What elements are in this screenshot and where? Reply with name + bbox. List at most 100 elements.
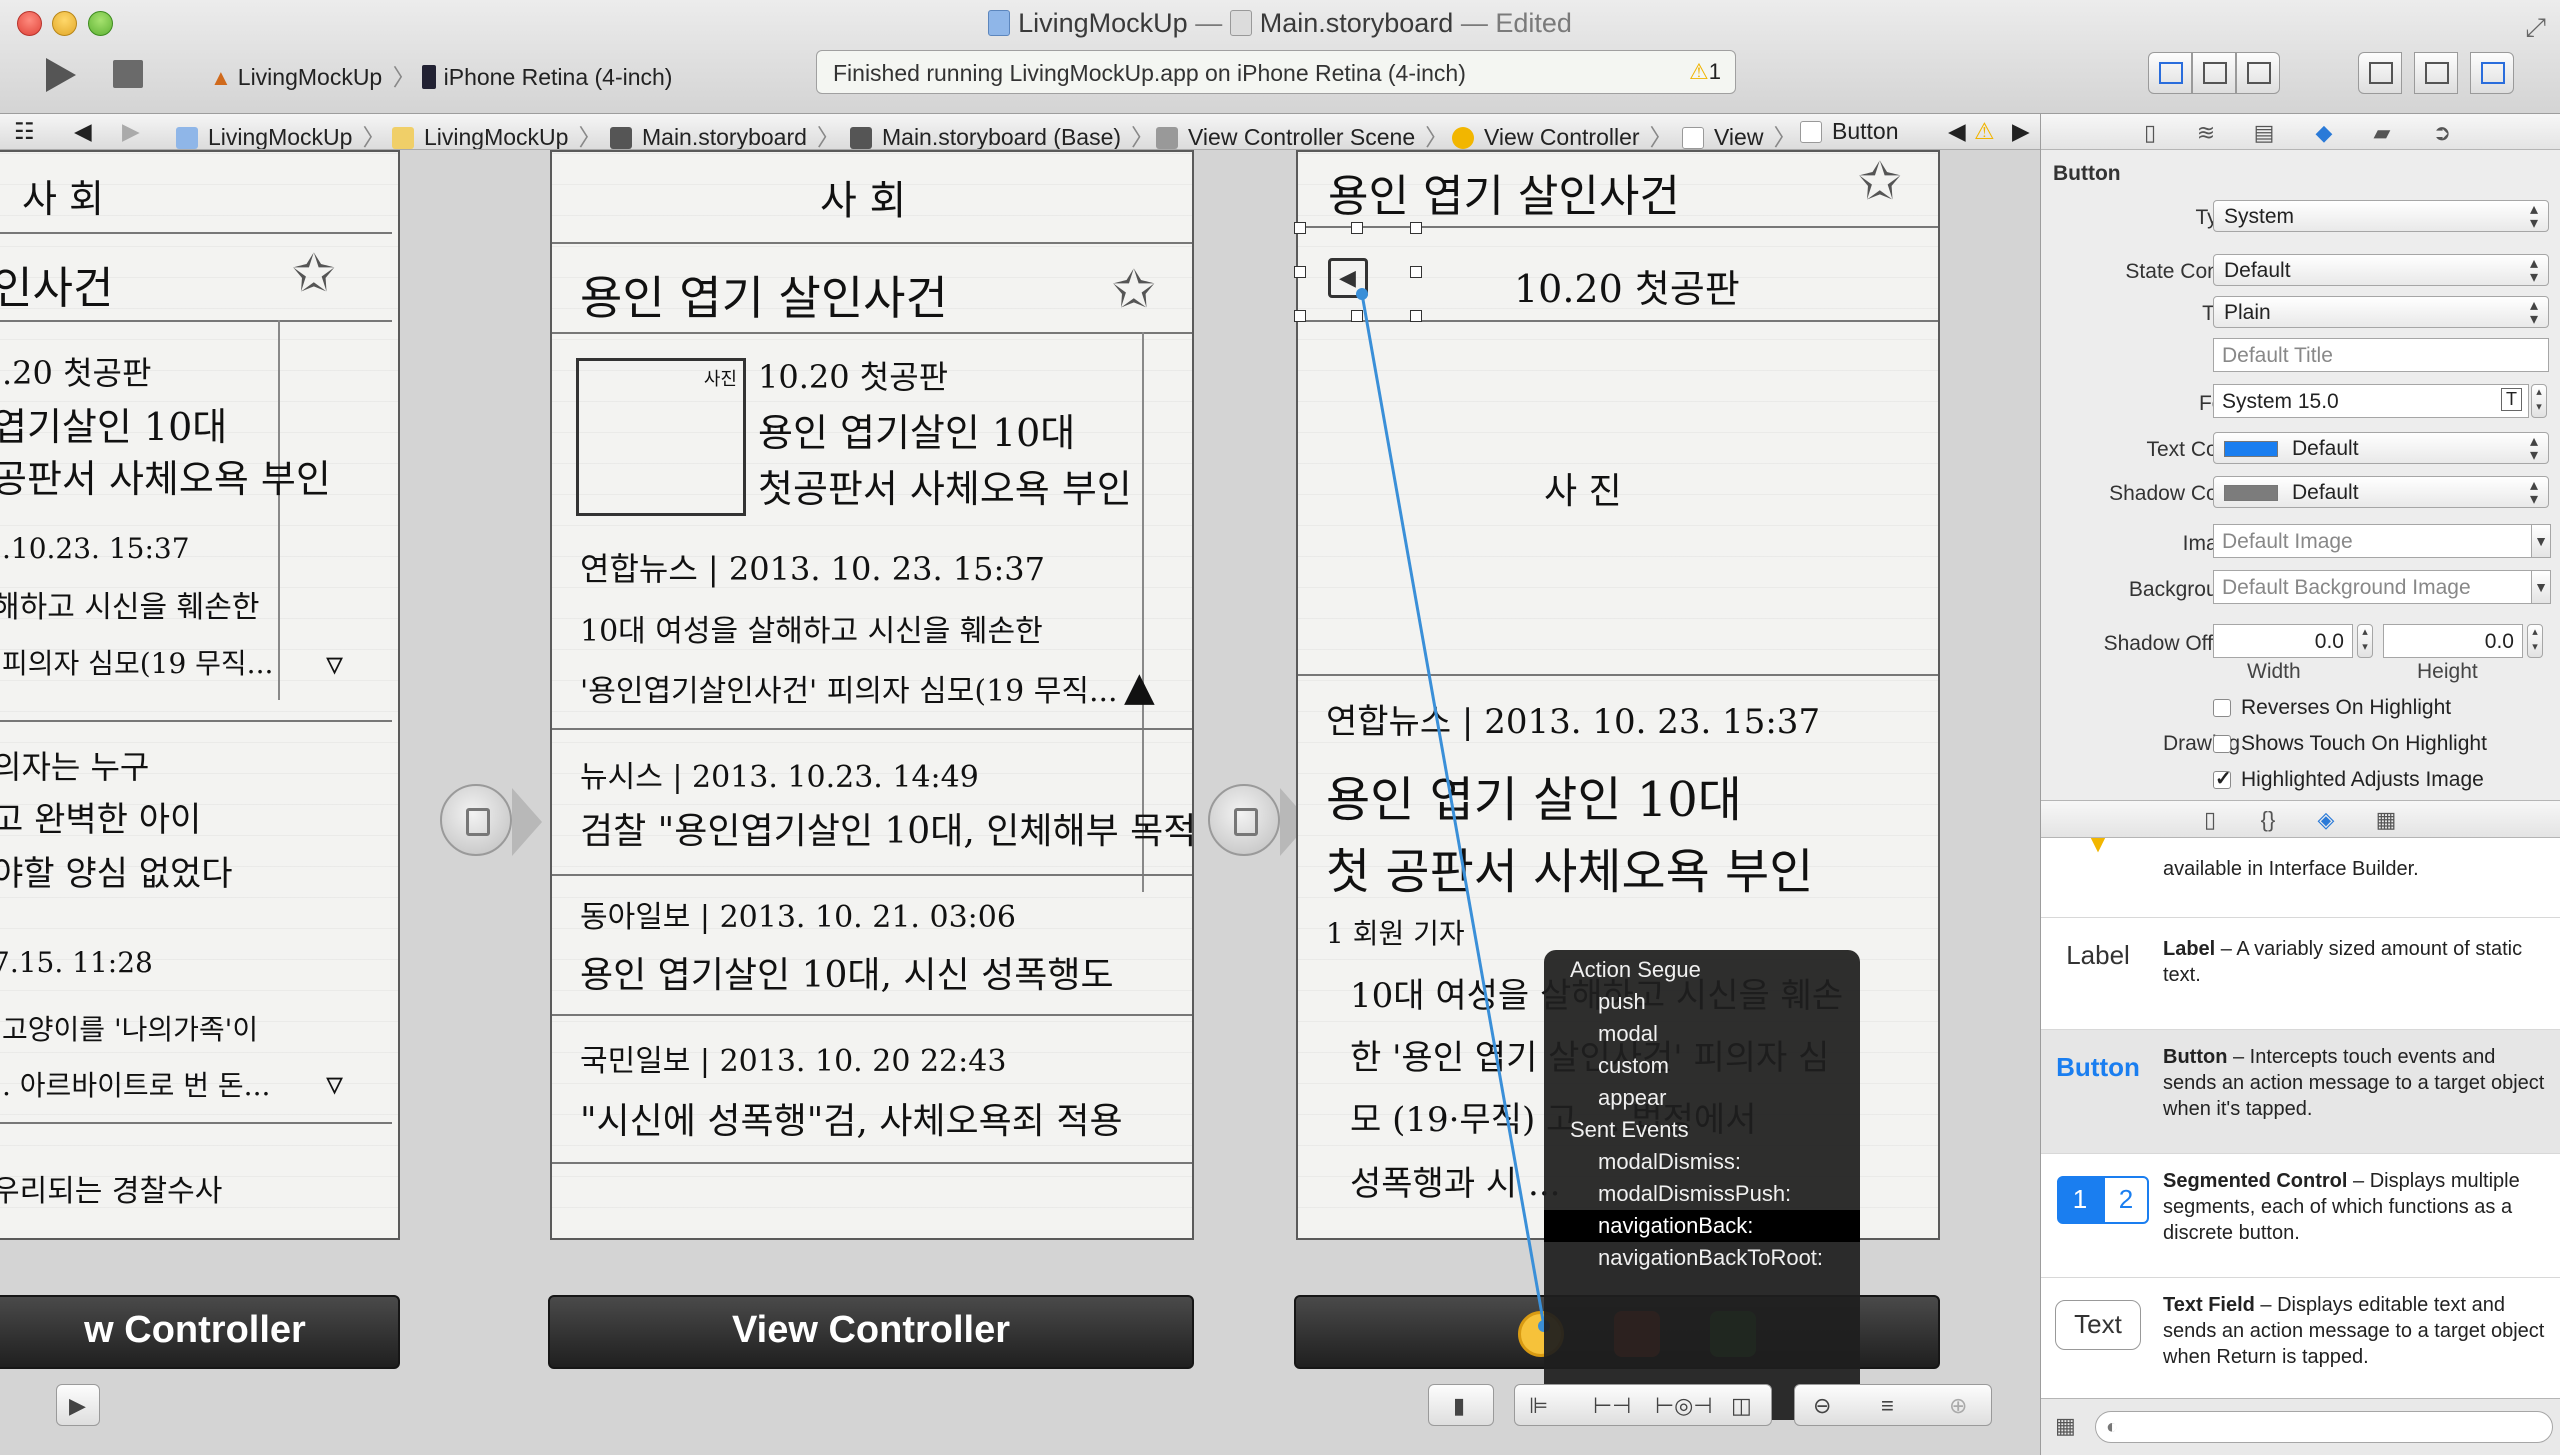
shadow-offset-width-stepper[interactable]: ▴ ▾ bbox=[2357, 624, 2373, 658]
menu-item-navigation-back-to-root[interactable]: navigationBackToRoot: bbox=[1544, 1242, 1860, 1274]
resize-handle[interactable] bbox=[1294, 310, 1306, 322]
resize-handle[interactable] bbox=[1410, 310, 1422, 322]
jumpbar-item-group[interactable]: LivingMockUp 〉 bbox=[392, 118, 601, 149]
resize-handle[interactable] bbox=[1410, 222, 1422, 234]
label-icon: Label bbox=[2066, 940, 2130, 970]
star-icon: ✩ bbox=[292, 245, 336, 303]
menu-item-push[interactable]: push bbox=[1544, 986, 1860, 1018]
menu-item-appear[interactable]: appear bbox=[1544, 1082, 1860, 1114]
reverses-on-highlight-checkbox[interactable]: Reverses On Highlight bbox=[2213, 696, 2451, 720]
scene-2-view[interactable]: 사 회 용인 엽기 살인사건 ✩ 사진 10.20 첫공판 용인 엽기살인 10… bbox=[550, 150, 1194, 1240]
object-library-icon[interactable]: ◈ bbox=[2313, 807, 2339, 832]
font-size-stepper[interactable]: ▴ ▾ bbox=[2531, 384, 2547, 418]
menu-item-modal[interactable]: modal bbox=[1544, 1018, 1860, 1050]
file-template-library-icon[interactable]: ▯ bbox=[2197, 807, 2223, 832]
file-inspector-icon[interactable]: ▯ bbox=[2137, 120, 2163, 145]
back-arrow-icon[interactable]: ◀ bbox=[74, 118, 92, 145]
assistant-editor-button[interactable] bbox=[2192, 52, 2236, 94]
storyboard-canvas[interactable]: 사 회 인사건 ✩ .20 첫공판 엽기살인 10대 공판서 사체오욕 부인 .… bbox=[0, 150, 2040, 1455]
jumpbar-item-view[interactable]: View 〉 bbox=[1682, 118, 1796, 149]
library-filter-input[interactable]: ◐ bbox=[2095, 1411, 2553, 1443]
warning-indicator[interactable]: ⚠1 bbox=[1689, 59, 1721, 85]
menu-item-modal-dismiss[interactable]: modalDismiss: bbox=[1544, 1146, 1860, 1178]
scene-1-dock[interactable]: w Controller bbox=[0, 1295, 400, 1369]
shadow-offset-width-field[interactable]: 0.0 bbox=[2213, 624, 2353, 658]
push-segue-icon[interactable] bbox=[1208, 784, 1280, 856]
photo-placeholder: 사진 bbox=[576, 358, 746, 516]
list-item[interactable]: ▼ available in Interface Builder. bbox=[2041, 838, 2560, 918]
type-popup[interactable]: System ▴ ▾ bbox=[2213, 200, 2549, 232]
pin-icon[interactable]: ⊢⊣ bbox=[1593, 1393, 1631, 1419]
code-snippet-library-icon[interactable]: {} bbox=[2255, 807, 2281, 832]
jumpbar-item-project[interactable]: LivingMockUp 〉 bbox=[176, 118, 385, 149]
identity-inspector-icon[interactable]: ▤ bbox=[2251, 120, 2277, 145]
object-library-list: ▼ available in Interface Builder. Label … bbox=[2041, 838, 2560, 1398]
previous-issue-icon[interactable]: ◀ bbox=[1948, 118, 1966, 145]
jumpbar-item-storyboard[interactable]: Main.storyboard 〉 bbox=[610, 118, 840, 149]
jumpbar-item-button[interactable]: Button bbox=[1800, 118, 1899, 145]
font-field[interactable]: System 15.0 T bbox=[2213, 384, 2529, 418]
list-item[interactable]: Text Text Field – Displays editable text… bbox=[2041, 1278, 2560, 1398]
resize-handle[interactable] bbox=[1294, 266, 1306, 278]
version-editor-button[interactable] bbox=[2236, 52, 2280, 94]
run-button[interactable] bbox=[42, 56, 78, 92]
align-icon[interactable]: ⊫ bbox=[1529, 1393, 1548, 1419]
quick-help-icon[interactable]: ≋ bbox=[2193, 120, 2219, 145]
shows-touch-checkbox[interactable]: Shows Touch On Highlight bbox=[2213, 732, 2487, 756]
shadow-offset-height-stepper[interactable]: ▴ ▾ bbox=[2527, 624, 2543, 658]
resize-handle[interactable] bbox=[1294, 222, 1306, 234]
resize-handle[interactable] bbox=[1410, 266, 1422, 278]
resize-handle[interactable] bbox=[1351, 222, 1363, 234]
jumpbar-item-view-controller[interactable]: View Controller 〉 bbox=[1452, 118, 1673, 149]
shadow-color-popup[interactable]: Default ▴ ▾ bbox=[2213, 476, 2549, 508]
resolve-issues-icon[interactable]: ⊢◎⊣ bbox=[1655, 1393, 1713, 1419]
media-library-icon[interactable]: ▦ bbox=[2373, 807, 2399, 832]
state-config-popup[interactable]: Default ▴ ▾ bbox=[2213, 254, 2549, 286]
toggle-navigator-button[interactable] bbox=[2358, 52, 2402, 94]
back-button[interactable]: ◀ bbox=[1328, 258, 1368, 298]
fullscreen-icon[interactable]: ⤢ bbox=[2525, 12, 2546, 44]
resizing-behavior-icon[interactable]: ◫ bbox=[1731, 1393, 1752, 1419]
scene-1-view[interactable]: 사 회 인사건 ✩ .20 첫공판 엽기살인 10대 공판서 사체오욕 부인 .… bbox=[0, 150, 400, 1240]
connections-inspector-icon[interactable]: ➲ bbox=[2429, 120, 2455, 145]
background-dropdown[interactable]: ▼ bbox=[2531, 570, 2551, 604]
issue-warning-icon[interactable]: ⚠ bbox=[1974, 118, 1995, 145]
jumpbar-item-storyboard-base[interactable]: Main.storyboard (Base) 〉 bbox=[850, 118, 1154, 149]
title-field[interactable]: Default Title bbox=[2213, 338, 2549, 372]
image-dropdown[interactable]: ▼ bbox=[2531, 524, 2551, 558]
jumpbar-item-scene[interactable]: View Controller Scene 〉 bbox=[1156, 118, 1448, 149]
list-item[interactable]: Label Label – A variably sized amount of… bbox=[2041, 918, 2560, 1030]
text-color-popup[interactable]: Default ▴ ▾ bbox=[2213, 432, 2549, 464]
scheme-selector[interactable]: ▲ LivingMockUp 〉 iPhone Retina (4-inch) bbox=[210, 58, 672, 92]
text-field-icon: Text bbox=[2055, 1300, 2141, 1350]
document-outline-toggle[interactable]: ▶ bbox=[56, 1384, 100, 1426]
resizing-toggle[interactable]: ▮ bbox=[1428, 1384, 1494, 1426]
grid-view-icon[interactable]: ▦ bbox=[2055, 1413, 2076, 1439]
menu-item-navigation-back[interactable]: navigationBack: bbox=[1544, 1210, 1860, 1242]
stop-button[interactable] bbox=[113, 60, 143, 88]
menu-item-custom[interactable]: custom bbox=[1544, 1050, 1860, 1082]
forward-arrow-icon[interactable]: ▶ bbox=[122, 118, 140, 145]
zoom-out-icon[interactable]: ⊖ bbox=[1813, 1393, 1831, 1419]
attributes-inspector-icon[interactable]: ◆ bbox=[2311, 120, 2337, 145]
standard-editor-button[interactable] bbox=[2148, 52, 2192, 94]
toggle-utilities-button[interactable] bbox=[2470, 52, 2514, 94]
title-type-popup[interactable]: Plain ▴ ▾ bbox=[2213, 296, 2549, 328]
zoom-in-icon[interactable]: ⊕ bbox=[1949, 1393, 1967, 1419]
toggle-debug-area-button[interactable] bbox=[2414, 52, 2458, 94]
related-items-icon[interactable]: ☷ bbox=[14, 118, 35, 145]
resize-handle[interactable] bbox=[1351, 310, 1363, 322]
shadow-offset-height-field[interactable]: 0.0 bbox=[2383, 624, 2523, 658]
list-item[interactable]: 12 Segmented Control – Displays multiple… bbox=[2041, 1154, 2560, 1278]
highlighted-adjusts-image-checkbox[interactable]: Highlighted Adjusts Image bbox=[2213, 766, 2484, 792]
zoom-fit-icon[interactable]: ≡ bbox=[1881, 1393, 1894, 1419]
font-picker-icon[interactable]: T bbox=[2501, 388, 2522, 411]
list-item[interactable]: Button Button – Intercepts touch events … bbox=[2041, 1030, 2560, 1154]
size-inspector-icon[interactable]: ▰ bbox=[2369, 120, 2395, 145]
push-segue-icon[interactable] bbox=[440, 784, 512, 856]
scene-2-dock[interactable]: View Controller bbox=[548, 1295, 1194, 1369]
menu-item-modal-dismiss-push[interactable]: modalDismissPush: bbox=[1544, 1178, 1860, 1210]
background-field[interactable]: Default Background Image bbox=[2213, 570, 2533, 604]
next-issue-icon[interactable]: ▶ bbox=[2012, 118, 2030, 145]
image-field[interactable]: Default Image bbox=[2213, 524, 2533, 558]
